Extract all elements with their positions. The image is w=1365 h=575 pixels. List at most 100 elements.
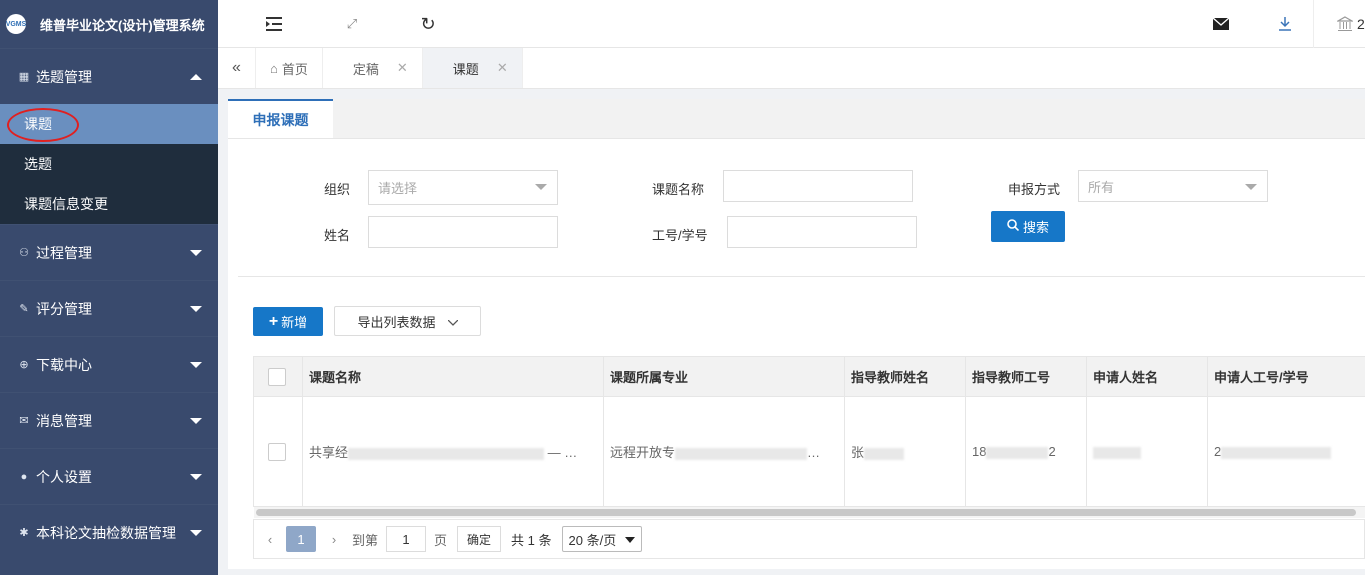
fullscreen-icon[interactable]: ⤢ bbox=[342, 14, 362, 34]
menu-group-message-management[interactable]: ✉ 消息管理 bbox=[0, 392, 218, 448]
tab-home[interactable]: ⌂ 首页 bbox=[256, 48, 323, 88]
page-number-current[interactable]: 1 bbox=[286, 526, 316, 552]
download-icon[interactable] bbox=[1275, 14, 1295, 34]
teacher-id-cell: 18 2 bbox=[965, 396, 1087, 507]
redacted-text bbox=[864, 447, 905, 460]
select-all-checkbox[interactable] bbox=[268, 367, 286, 386]
menu-group-label: 下载中心 bbox=[36, 356, 92, 373]
column-header[interactable]: 申请人工号/学号 bbox=[1207, 356, 1365, 397]
menu-group-process-management[interactable]: ⚇ 过程管理 bbox=[0, 224, 218, 280]
org-label: 组织 bbox=[324, 182, 351, 197]
menu-group-score-management[interactable]: ✎ 评分管理 bbox=[0, 280, 218, 336]
tab-topic[interactable]: 课题 ✕ bbox=[422, 48, 523, 88]
filter-divider bbox=[238, 276, 1365, 277]
page-size-select[interactable]: 20 条/页 bbox=[561, 526, 642, 552]
menu-group-label: 选题管理 bbox=[36, 68, 92, 85]
add-button[interactable]: + 新增 bbox=[253, 307, 323, 336]
applicant-name-cell bbox=[1086, 396, 1208, 507]
name-input[interactable] bbox=[368, 216, 558, 248]
caret-down-icon bbox=[535, 184, 547, 190]
logo-bar: VGMS 维普毕业论文(设计)管理系统 bbox=[0, 0, 218, 48]
app-title: 维普毕业论文(设计)管理系统 bbox=[40, 17, 205, 33]
teacher-id-text: 18 bbox=[972, 444, 987, 459]
edit-icon: ✎ bbox=[19, 303, 29, 315]
menu-group-personal-settings[interactable]: ● 个人设置 bbox=[0, 448, 218, 504]
sidebar-item-topic[interactable]: 课题 bbox=[0, 104, 218, 144]
search-button[interactable]: 搜索 bbox=[991, 211, 1065, 242]
row-checkbox[interactable] bbox=[268, 442, 286, 461]
prev-page-icon[interactable]: ‹ bbox=[260, 532, 280, 547]
tab-final-draft[interactable]: 定稿 ✕ bbox=[323, 48, 423, 88]
topic-table: 课题名称 课题所属专业 指导教师姓名 指导教师工号 申请人姓名 申请人工号/学号… bbox=[253, 356, 1365, 507]
page-unit-label: 页 bbox=[434, 532, 448, 548]
tab-label: 首页 bbox=[281, 61, 308, 77]
page-tabs-bar: « ⌂ 首页 定稿 ✕ 课题 ✕ bbox=[218, 48, 1365, 89]
home-icon: ⌂ bbox=[270, 60, 278, 76]
sidebar-item-select-topic[interactable]: 选题 bbox=[0, 144, 218, 184]
row-checkbox-cell bbox=[253, 396, 303, 507]
column-header[interactable]: 指导教师工号 bbox=[965, 356, 1087, 397]
sub-tabs: 申报课题 bbox=[228, 99, 1365, 139]
teacher-name-text: 张 bbox=[851, 445, 865, 460]
sidebar-item-label: 选题 bbox=[24, 156, 52, 172]
menu-group-download-center[interactable]: ⊕ 下载中心 bbox=[0, 336, 218, 392]
menu-group-topic-management[interactable]: ▦ 选题管理 bbox=[0, 48, 218, 104]
teacher-id-tail: 2 bbox=[1048, 444, 1056, 459]
page-size-value: 20 条/页 bbox=[568, 532, 617, 548]
subtab-apply-topic[interactable]: 申报课题 bbox=[228, 99, 333, 138]
double-chevron-left-icon[interactable]: « bbox=[218, 48, 256, 88]
download-circle-icon: ⊕ bbox=[19, 359, 29, 371]
refresh-icon[interactable]: ↻ bbox=[418, 14, 438, 34]
id-input[interactable] bbox=[727, 216, 917, 248]
menu-collapse-icon[interactable] bbox=[264, 14, 284, 34]
header-checkbox-cell bbox=[253, 356, 303, 397]
export-dropdown-button[interactable]: 导出列表数据 bbox=[334, 306, 481, 336]
table-row[interactable]: 共享经 — … 远程开放专 … 张 18 2 2 bbox=[253, 396, 1365, 507]
topic-name-input[interactable] bbox=[723, 170, 913, 202]
tab-label: 定稿 bbox=[352, 61, 379, 77]
horizontal-scrollbar[interactable] bbox=[254, 507, 1365, 518]
search-icon bbox=[1007, 219, 1020, 234]
user-icon: ● bbox=[20, 470, 28, 483]
redacted-text bbox=[1221, 446, 1332, 459]
redacted-text bbox=[348, 447, 545, 460]
user-name-fragment[interactable]: 2 bbox=[1357, 16, 1365, 32]
goto-page-input[interactable]: 1 bbox=[386, 526, 427, 552]
chevron-down-icon bbox=[190, 529, 202, 536]
major-cell: 远程开放专… bbox=[603, 396, 845, 507]
add-button-label: 新增 bbox=[281, 315, 308, 330]
next-page-icon[interactable]: › bbox=[324, 532, 344, 547]
apply-method-label: 申报方式 bbox=[1008, 182, 1061, 197]
gear-icon: ✱ bbox=[19, 527, 29, 539]
search-button-label: 搜索 bbox=[1022, 220, 1049, 235]
goto-label: 到第 bbox=[352, 532, 379, 548]
chevron-down-icon bbox=[190, 361, 202, 368]
mail-icon[interactable] bbox=[1211, 14, 1231, 34]
menu-group-thesis-sampling[interactable]: ✱ 本科论文抽检数据管理 bbox=[0, 504, 218, 560]
menu-group-label: 消息管理 bbox=[36, 412, 92, 429]
process-icon: ⚇ bbox=[19, 247, 29, 259]
top-bar: ⤢ ↻ 2 bbox=[218, 0, 1365, 48]
highlight-circle bbox=[7, 108, 79, 142]
redacted-text bbox=[675, 447, 808, 460]
scrollbar-thumb[interactable] bbox=[256, 509, 1356, 516]
close-icon[interactable]: ✕ bbox=[497, 60, 508, 76]
confirm-page-button[interactable]: 确定 bbox=[457, 526, 502, 552]
redacted-text bbox=[986, 446, 1049, 459]
sidebar-item-topic-change[interactable]: 课题信息变更 bbox=[0, 184, 218, 224]
topbar-divider bbox=[1313, 0, 1314, 48]
plus-icon: + bbox=[268, 312, 279, 330]
column-header[interactable]: 课题所属专业 bbox=[603, 356, 845, 397]
menu-group-label: 个人设置 bbox=[36, 468, 92, 485]
apply-method-select[interactable]: 所有 bbox=[1078, 170, 1268, 202]
chevron-down-icon bbox=[190, 473, 202, 480]
org-select[interactable]: 请选择 bbox=[368, 170, 558, 205]
total-count: 共 1 条 bbox=[511, 532, 552, 548]
column-header[interactable]: 指导教师姓名 bbox=[844, 356, 966, 397]
close-icon[interactable]: ✕ bbox=[397, 60, 408, 76]
topic-name-cell[interactable]: 共享经 — … bbox=[302, 396, 604, 507]
column-header[interactable]: 课题名称 bbox=[302, 356, 604, 397]
column-header[interactable]: 申请人姓名 bbox=[1086, 356, 1208, 397]
institution-icon[interactable] bbox=[1335, 14, 1355, 34]
id-label: 工号/学号 bbox=[652, 228, 708, 243]
